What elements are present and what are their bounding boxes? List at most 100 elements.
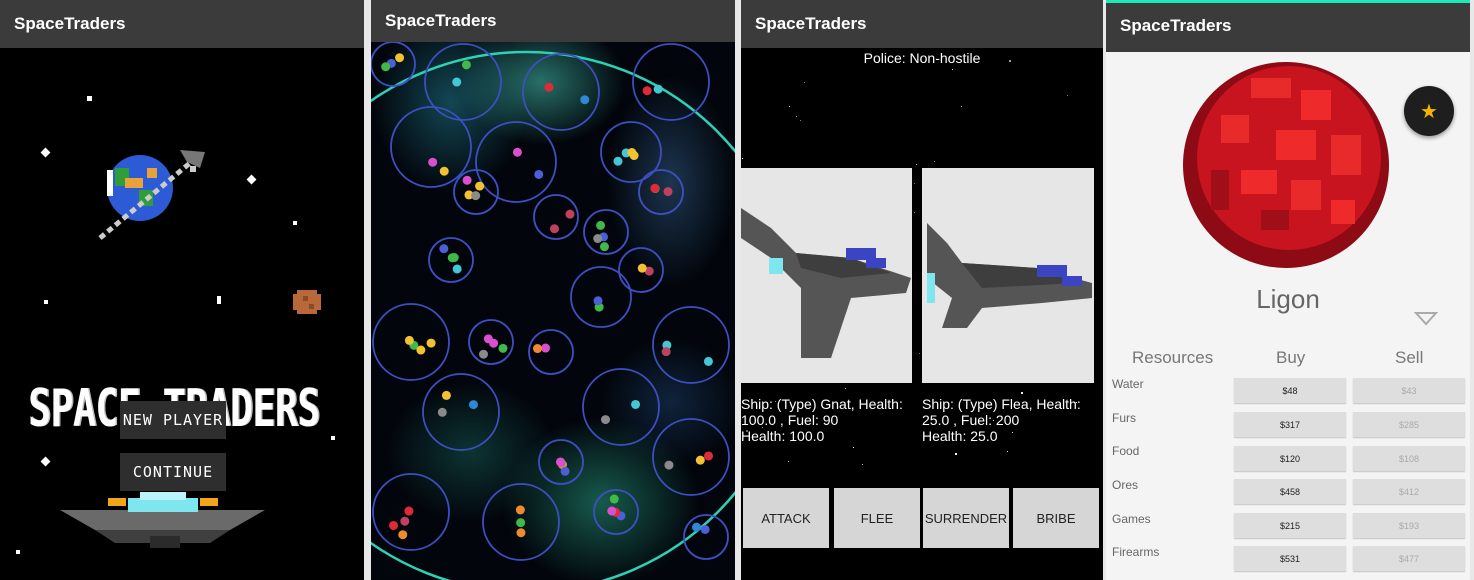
player-ship-icon	[741, 208, 911, 358]
buy-button[interactable]: $215	[1234, 513, 1346, 538]
planet-marker	[637, 263, 647, 273]
continue-button[interactable]: CONTINUE	[120, 453, 226, 491]
panel-separator	[1470, 0, 1474, 580]
planet-marker	[703, 356, 713, 366]
planet-marker	[404, 335, 414, 345]
resources-header: Resources	[1132, 348, 1214, 367]
planet-marker	[441, 390, 451, 400]
star	[916, 163, 918, 165]
planet-marker	[541, 343, 551, 353]
star-system-ring	[522, 53, 600, 131]
planet-marker	[389, 520, 399, 530]
planet-marker	[512, 147, 522, 157]
planet-marker	[447, 253, 457, 263]
star	[955, 453, 958, 456]
planet-marker	[664, 460, 674, 470]
planet-marker	[439, 166, 449, 176]
bribe-button[interactable]: BRIBE	[1013, 488, 1099, 548]
earth-satellite-icon	[98, 150, 205, 240]
police-status: Police: Non-hostile	[863, 50, 981, 66]
planet-marker	[428, 157, 438, 167]
favorite-button[interactable]: ★	[1404, 86, 1454, 136]
star-system-ring	[582, 368, 660, 446]
star	[861, 463, 863, 465]
sell-button[interactable]: $193	[1353, 513, 1465, 538]
app-bar: SpaceTraders	[371, 0, 735, 42]
planet-marker	[439, 244, 449, 254]
planet-marker	[580, 95, 590, 105]
encounter-screen: SpaceTraders Police: Non-hostile Ship: (…	[741, 0, 1103, 580]
star-system-ring	[638, 169, 684, 215]
buy-button[interactable]: $48	[1234, 378, 1346, 403]
buy-button[interactable]: $531	[1234, 546, 1346, 571]
app-title: SpaceTraders	[755, 14, 867, 33]
planet-marker	[599, 242, 609, 252]
app-bar: SpaceTraders	[741, 0, 1103, 48]
app-title: SpaceTraders	[14, 14, 126, 33]
planet-marker	[515, 505, 525, 515]
resource-name: Food	[1112, 444, 1140, 458]
resource-name: Games	[1112, 512, 1151, 526]
buy-button[interactable]: $120	[1234, 446, 1346, 471]
star-system-ring	[390, 106, 472, 188]
app-bar: SpaceTraders	[1106, 0, 1470, 52]
enemy-ship-line: 25.0 , Fuel: 200	[922, 412, 1020, 428]
star	[952, 68, 954, 70]
flee-button[interactable]: FLEE	[834, 488, 920, 548]
sell-button[interactable]: $412	[1353, 479, 1465, 504]
enemy-ship-line: Health: 25.0	[922, 428, 998, 444]
ufo-ship-icon	[60, 492, 265, 548]
buy-button[interactable]: $458	[1234, 479, 1346, 504]
planet-marker	[631, 399, 641, 409]
panel-separator	[364, 0, 371, 580]
planet-marker	[381, 62, 391, 72]
planet-marker	[534, 169, 544, 179]
surrender-button[interactable]: SURRENDER	[923, 488, 1009, 548]
star	[914, 182, 916, 184]
buy-button[interactable]: $317	[1234, 412, 1346, 437]
attack-button[interactable]: ATTACK	[743, 488, 829, 548]
planet-marker	[544, 82, 554, 92]
star-system-ring	[475, 121, 557, 203]
planet-marker	[593, 234, 603, 244]
enemy-ship-icon	[927, 223, 1092, 328]
planet-marker	[549, 224, 559, 234]
planet-marker	[661, 347, 671, 357]
star	[933, 161, 935, 163]
star	[40, 456, 51, 467]
planet-icon	[1183, 62, 1389, 268]
star	[331, 436, 335, 440]
star	[788, 460, 790, 462]
star	[914, 211, 916, 213]
planet-marker	[560, 466, 570, 476]
star	[1007, 450, 1009, 452]
sell-button[interactable]: $285	[1353, 412, 1465, 437]
galaxy-map-overlay[interactable]	[371, 42, 735, 580]
planet-marker	[452, 264, 462, 274]
planet-marker	[695, 455, 705, 465]
title-screen-content: SPACE TRADERS NEW PLAYER CONTINUE	[0, 48, 364, 580]
dropdown-arrow-icon[interactable]	[1414, 310, 1438, 326]
planet-marker	[596, 220, 606, 230]
enemy-ship-line: Ship: (Type) Flea, Health:	[922, 396, 1081, 412]
sell-button[interactable]: $108	[1353, 446, 1465, 471]
planet-marker	[653, 84, 663, 94]
planet-marker	[478, 349, 488, 359]
sell-button[interactable]: $477	[1353, 546, 1465, 571]
planet-marker	[395, 53, 405, 63]
planet-marker	[404, 506, 414, 516]
sell-button[interactable]: $43	[1353, 378, 1465, 403]
star-system-ring	[632, 43, 710, 121]
player-ship-info: Ship: (Type) Gnat, Health: 100.0 , Fuel:…	[741, 396, 916, 444]
resource-name: Ores	[1112, 478, 1139, 492]
resource-name: Furs	[1112, 411, 1136, 425]
asteroid-icon	[293, 290, 321, 314]
new-player-button[interactable]: NEW PLAYER	[120, 401, 226, 439]
sell-header: Sell	[1395, 348, 1424, 367]
planet-marker	[437, 407, 447, 417]
planet-marker	[516, 518, 526, 528]
player-ship-line: 100.0 , Fuel: 90	[741, 412, 839, 428]
star-system-ring	[570, 266, 632, 328]
planet-marker	[416, 345, 426, 355]
planet-marker	[642, 86, 652, 96]
